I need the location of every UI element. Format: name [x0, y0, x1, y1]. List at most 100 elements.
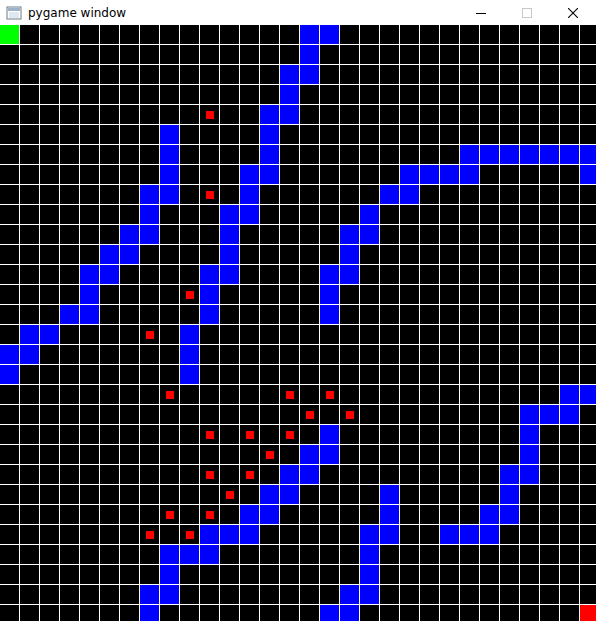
grid-cell[interactable] [60, 545, 80, 565]
grid-cell[interactable] [240, 565, 260, 585]
grid-cell[interactable] [380, 545, 400, 565]
grid-cell[interactable] [60, 445, 80, 465]
grid-cell[interactable] [280, 425, 300, 445]
wall-cell[interactable] [180, 545, 200, 565]
grid-cell[interactable] [500, 205, 520, 225]
grid-cell[interactable] [440, 345, 460, 365]
wall-cell[interactable] [500, 145, 520, 165]
grid-cell[interactable] [20, 425, 40, 445]
grid-cell[interactable] [300, 605, 320, 621]
grid-cell[interactable] [180, 45, 200, 65]
grid-cell[interactable] [280, 605, 300, 621]
grid-cell[interactable] [320, 465, 340, 485]
grid-cell[interactable] [280, 305, 300, 325]
grid-cell[interactable] [420, 125, 440, 145]
grid-cell[interactable] [100, 145, 120, 165]
grid-cell[interactable] [400, 65, 420, 85]
grid-cell[interactable] [140, 505, 160, 525]
grid-cell[interactable] [480, 345, 500, 365]
wall-cell[interactable] [200, 305, 220, 325]
grid-cell[interactable] [260, 605, 280, 621]
wall-cell[interactable] [240, 525, 260, 545]
grid-cell[interactable] [160, 285, 180, 305]
grid-cell[interactable] [460, 265, 480, 285]
wall-cell[interactable] [260, 125, 280, 145]
grid-cell[interactable] [100, 225, 120, 245]
grid-cell[interactable] [480, 45, 500, 65]
grid-cell[interactable] [560, 165, 580, 185]
grid-cell[interactable] [180, 85, 200, 105]
grid-cell[interactable] [200, 445, 220, 465]
grid-cell[interactable] [20, 25, 40, 45]
grid-cell[interactable] [360, 85, 380, 105]
grid-cell[interactable] [580, 65, 596, 85]
grid-cell[interactable] [160, 265, 180, 285]
grid-cell[interactable] [140, 565, 160, 585]
grid-cell[interactable] [40, 545, 60, 565]
grid-cell[interactable] [140, 445, 160, 465]
grid-cell[interactable] [320, 85, 340, 105]
grid-cell[interactable] [520, 485, 540, 505]
grid-cell[interactable] [520, 265, 540, 285]
grid-cell[interactable] [480, 485, 500, 505]
grid-cell[interactable] [440, 445, 460, 465]
grid-cell[interactable] [280, 285, 300, 305]
grid-cell[interactable] [140, 385, 160, 405]
grid-cell[interactable] [40, 405, 60, 425]
grid-cell[interactable] [140, 145, 160, 165]
grid-cell[interactable] [160, 485, 180, 505]
wall-cell[interactable] [20, 325, 40, 345]
grid-cell[interactable] [20, 465, 40, 485]
grid-cell[interactable] [480, 545, 500, 565]
grid-cell[interactable] [20, 105, 40, 125]
grid-cell[interactable] [180, 245, 200, 265]
grid-cell[interactable] [260, 205, 280, 225]
grid-cell[interactable] [480, 265, 500, 285]
grid-cell[interactable] [560, 65, 580, 85]
grid-cell[interactable] [580, 85, 596, 105]
grid-cell[interactable] [340, 65, 360, 85]
grid-cell[interactable] [180, 385, 200, 405]
grid-cell[interactable] [220, 65, 240, 85]
grid-cell[interactable] [180, 265, 200, 285]
grid-cell[interactable] [460, 425, 480, 445]
grid-cell[interactable] [380, 205, 400, 225]
grid-cell[interactable] [560, 565, 580, 585]
grid-cell[interactable] [580, 225, 596, 245]
grid-cell[interactable] [520, 85, 540, 105]
wall-cell[interactable] [120, 225, 140, 245]
grid-cell[interactable] [520, 45, 540, 65]
grid-cell[interactable] [380, 85, 400, 105]
grid-cell[interactable] [160, 325, 180, 345]
grid-cell[interactable] [220, 285, 240, 305]
grid-cell[interactable] [460, 205, 480, 225]
grid-cell[interactable] [560, 585, 580, 605]
grid-cell[interactable] [480, 425, 500, 445]
wall-cell[interactable] [140, 185, 160, 205]
grid-cell[interactable] [300, 365, 320, 385]
grid-cell[interactable] [80, 85, 100, 105]
grid-cell[interactable] [260, 325, 280, 345]
grid-cell[interactable] [20, 145, 40, 165]
grid-cell[interactable] [580, 185, 596, 205]
grid-cell[interactable] [320, 325, 340, 345]
grid-cell[interactable] [480, 565, 500, 585]
wall-cell[interactable] [240, 165, 260, 185]
wall-cell[interactable] [260, 485, 280, 505]
grid-cell[interactable] [400, 485, 420, 505]
grid-cell[interactable] [260, 45, 280, 65]
grid-cell[interactable] [340, 125, 360, 145]
grid-cell[interactable] [300, 565, 320, 585]
wall-cell[interactable] [380, 485, 400, 505]
wall-cell[interactable] [320, 445, 340, 465]
grid-cell[interactable] [520, 365, 540, 385]
grid-cell[interactable] [400, 345, 420, 365]
grid-cell[interactable] [540, 385, 560, 405]
grid-cell[interactable] [340, 465, 360, 485]
grid-cell[interactable] [160, 65, 180, 85]
grid-cell[interactable] [80, 365, 100, 385]
grid-cell[interactable] [480, 405, 500, 425]
grid-cell[interactable] [460, 105, 480, 125]
grid-cell[interactable] [560, 245, 580, 265]
wall-cell[interactable] [100, 265, 120, 285]
